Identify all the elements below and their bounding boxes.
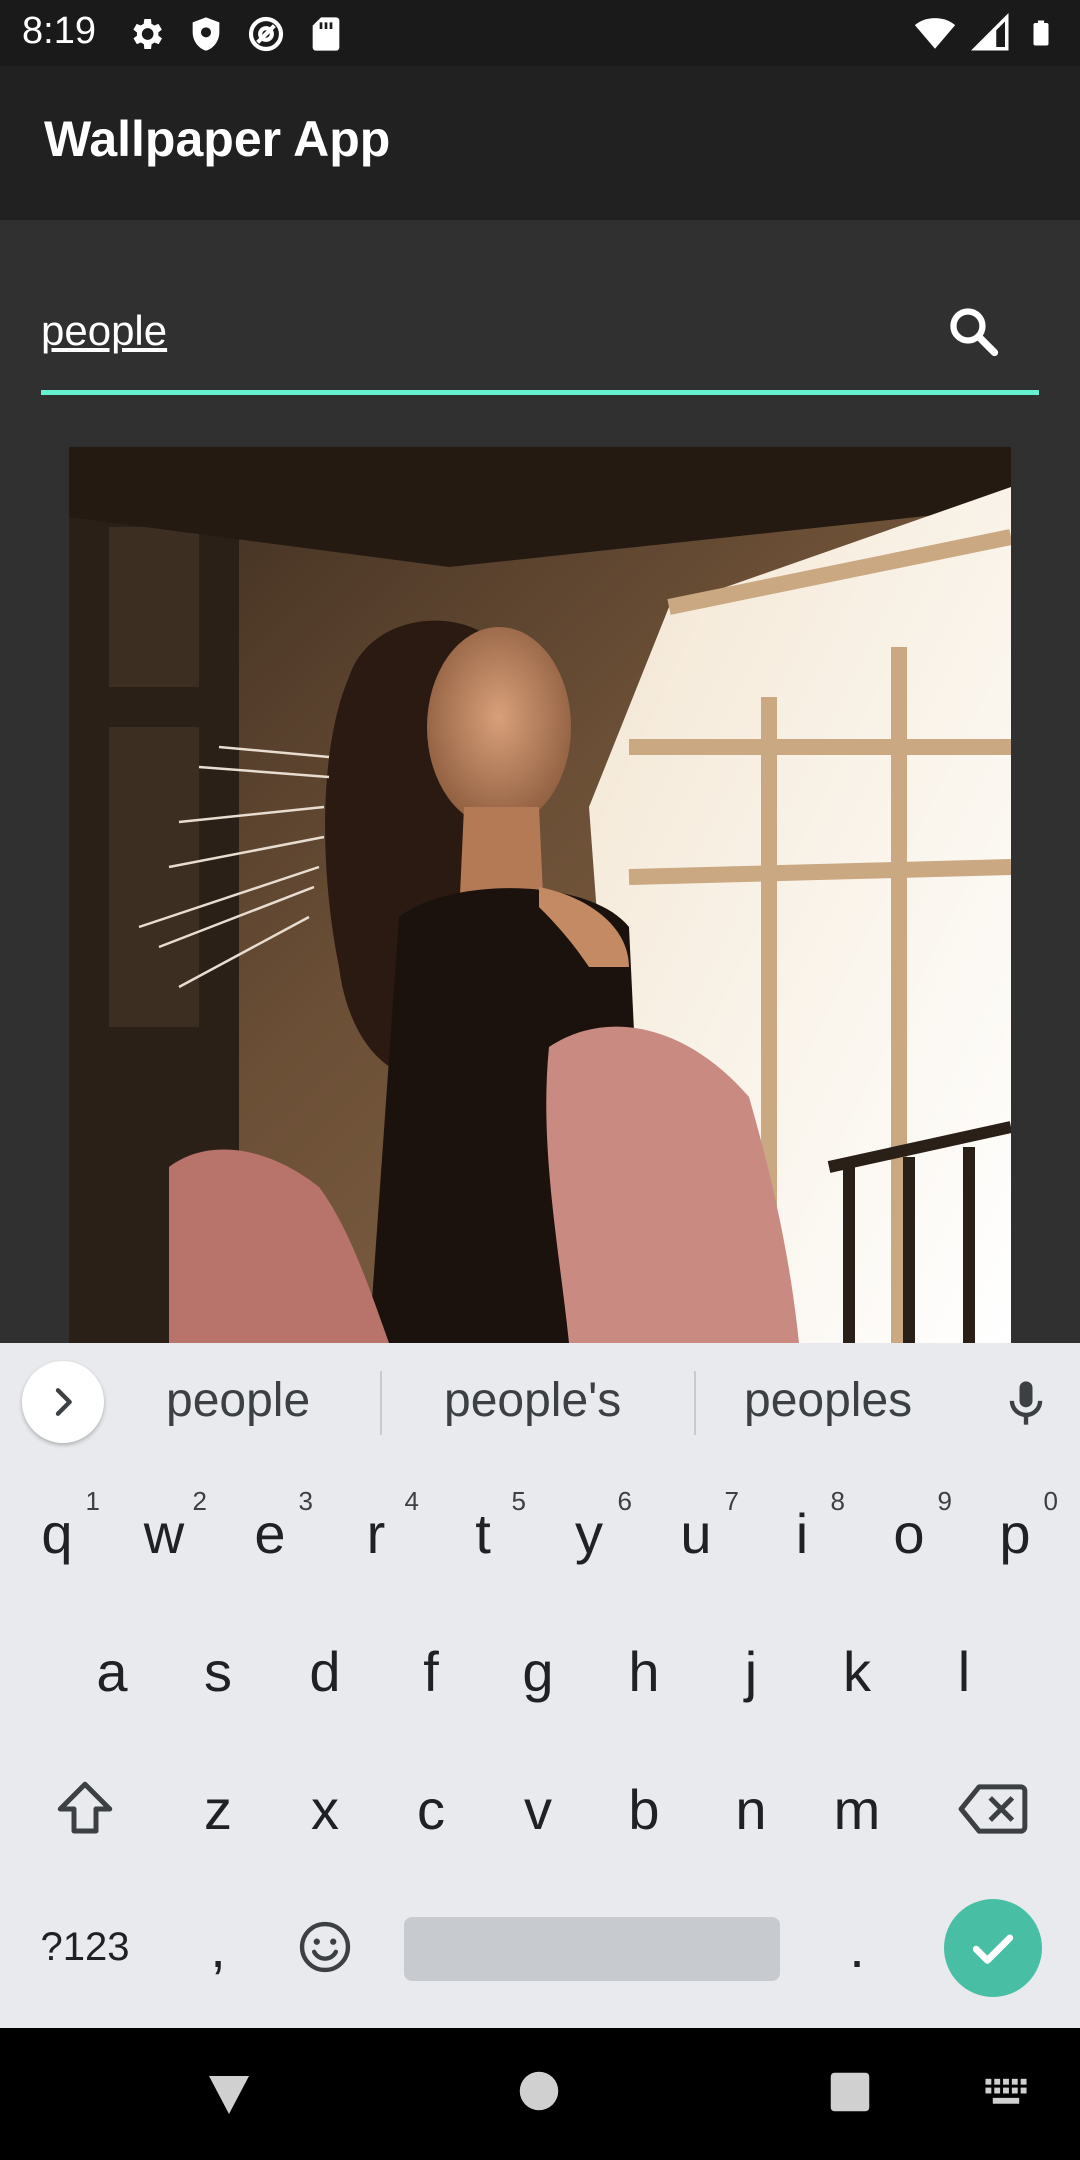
shift-key[interactable] bbox=[30, 1740, 140, 1878]
shield-icon bbox=[192, 17, 220, 51]
key-w[interactable]: w2 bbox=[111, 1464, 217, 1602]
key-u[interactable]: u7 bbox=[643, 1464, 749, 1602]
search-underline bbox=[41, 390, 1039, 395]
search-input[interactable] bbox=[41, 296, 861, 366]
symbols-key[interactable]: ?123 bbox=[24, 1878, 146, 2016]
at-sign-icon bbox=[248, 16, 284, 52]
wifi-icon bbox=[914, 18, 956, 49]
emoji-icon bbox=[299, 1921, 351, 1973]
emoji-key[interactable] bbox=[272, 1878, 378, 2016]
key-n[interactable]: n bbox=[698, 1740, 804, 1878]
key-a[interactable]: a bbox=[59, 1602, 165, 1740]
search-icon bbox=[950, 308, 999, 357]
suggestion-divider bbox=[380, 1371, 382, 1435]
key-d[interactable]: d bbox=[272, 1602, 378, 1740]
status-time: 8:19 bbox=[22, 10, 96, 52]
home-icon[interactable] bbox=[518, 2070, 560, 2112]
search-button[interactable] bbox=[938, 296, 1010, 368]
enter-key[interactable] bbox=[944, 1899, 1042, 1997]
chevron-right-icon bbox=[55, 1388, 72, 1416]
key-g[interactable]: g bbox=[485, 1602, 591, 1740]
key-r[interactable]: r4 bbox=[323, 1464, 429, 1602]
suggestion-2[interactable]: people's bbox=[444, 1373, 621, 1428]
app-title: Wallpaper App bbox=[44, 111, 391, 167]
recents-icon[interactable] bbox=[828, 2070, 872, 2114]
suggestion-1[interactable]: people bbox=[166, 1373, 310, 1428]
keyboard: people people's peoples q1 w2 e3 r4 t5 y… bbox=[0, 1343, 1080, 2028]
shift-icon bbox=[57, 1781, 113, 1834]
checkmark-icon bbox=[972, 1934, 1014, 1964]
mic-icon[interactable] bbox=[1000, 1375, 1052, 1431]
key-t[interactable]: t5 bbox=[430, 1464, 536, 1602]
wallpaper-photo bbox=[69, 447, 1011, 1343]
key-s[interactable]: s bbox=[165, 1602, 271, 1740]
space-key[interactable] bbox=[404, 1917, 780, 1981]
key-y[interactable]: y6 bbox=[536, 1464, 642, 1602]
status-left-icons bbox=[126, 14, 346, 54]
key-x[interactable]: x bbox=[272, 1740, 378, 1878]
key-c[interactable]: c bbox=[378, 1740, 484, 1878]
signal-icon bbox=[971, 13, 1009, 51]
key-z[interactable]: z bbox=[165, 1740, 271, 1878]
backspace-key[interactable] bbox=[938, 1740, 1048, 1878]
key-v[interactable]: v bbox=[485, 1740, 591, 1878]
key-f[interactable]: f bbox=[378, 1602, 484, 1740]
key-q[interactable]: q1 bbox=[4, 1464, 110, 1602]
key-e[interactable]: e3 bbox=[217, 1464, 323, 1602]
battery-icon bbox=[1033, 20, 1049, 46]
wallpaper-image[interactable] bbox=[69, 447, 1011, 1343]
navigation-bar bbox=[0, 2028, 1080, 2160]
backspace-icon bbox=[958, 1784, 1028, 1834]
key-j[interactable]: j bbox=[698, 1602, 804, 1740]
suggestion-bar: people people's peoples bbox=[0, 1343, 1080, 1464]
key-h[interactable]: h bbox=[591, 1602, 697, 1740]
key-row-1: q1 w2 e3 r4 t5 y6 u7 i8 o9 p0 bbox=[0, 1464, 1080, 1602]
comma-key[interactable]: , bbox=[165, 1878, 271, 2016]
key-row-3: z x c v b n m bbox=[0, 1740, 1080, 1878]
key-i[interactable]: i8 bbox=[749, 1464, 855, 1602]
key-m[interactable]: m bbox=[804, 1740, 910, 1878]
status-right-icons bbox=[914, 12, 1056, 54]
status-bar: 8:19 bbox=[0, 0, 1080, 66]
suggestion-divider bbox=[694, 1371, 696, 1435]
key-row-2: a s d f g h j k l bbox=[0, 1602, 1080, 1740]
key-k[interactable]: k bbox=[804, 1602, 910, 1740]
back-icon[interactable] bbox=[204, 2070, 254, 2118]
key-o[interactable]: o9 bbox=[856, 1464, 962, 1602]
key-b[interactable]: b bbox=[591, 1740, 697, 1878]
expand-toolbar-button[interactable] bbox=[22, 1361, 104, 1443]
app-bar: Wallpaper App bbox=[0, 66, 1080, 220]
settings-icon bbox=[133, 19, 162, 49]
suggestion-3[interactable]: peoples bbox=[744, 1373, 912, 1428]
sd-card-icon bbox=[312, 17, 340, 51]
keyboard-switch-icon[interactable] bbox=[984, 2076, 1028, 2108]
period-key[interactable]: . bbox=[804, 1878, 910, 2016]
key-p[interactable]: p0 bbox=[962, 1464, 1068, 1602]
key-l[interactable]: l bbox=[911, 1602, 1017, 1740]
